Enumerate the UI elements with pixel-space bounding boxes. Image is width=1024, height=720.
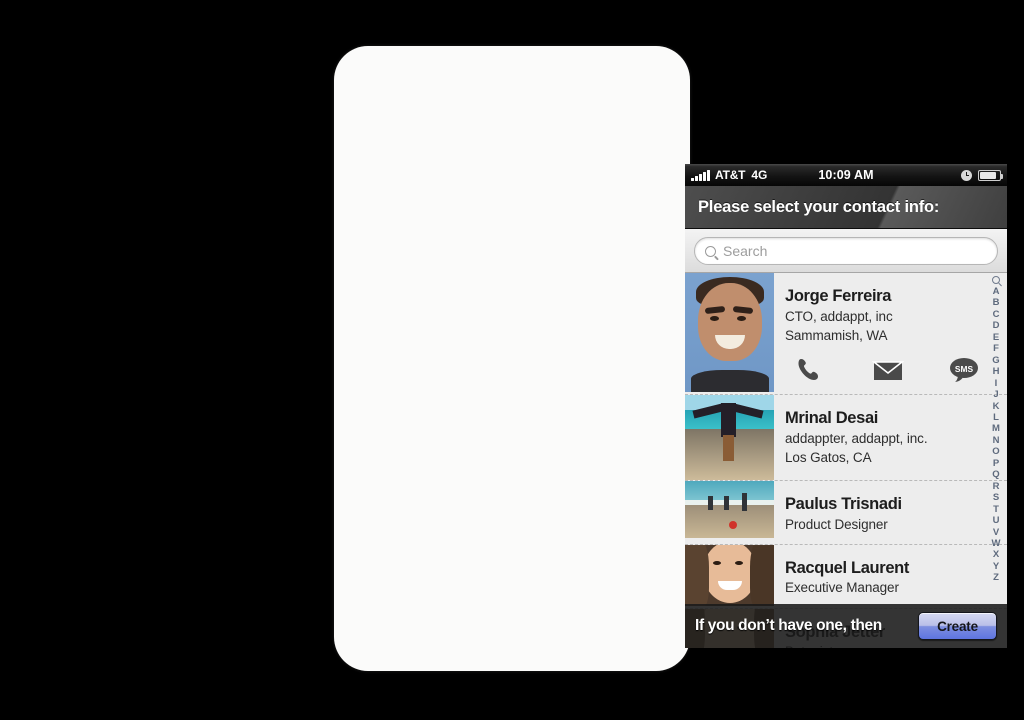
index-letter[interactable]: N — [993, 435, 1000, 446]
status-bar-clock: 10:09 AM — [818, 168, 874, 182]
index-letter[interactable]: H — [993, 366, 1000, 377]
bottom-prompt-text: If you don’t have one, then — [695, 617, 882, 634]
index-letter[interactable]: K — [993, 401, 1000, 412]
index-letter[interactable]: P — [993, 458, 999, 469]
title-bar: Please select your contact info: — [685, 186, 1007, 229]
contact-name: Jorge Ferreira — [785, 287, 892, 305]
contact-list[interactable]: Jorge Ferreira CTO, addappt, inc Sammami… — [685, 273, 1007, 648]
status-bar-right-group — [961, 169, 1003, 181]
contact-title: addappter, addappt, inc. — [785, 430, 928, 446]
phone-icon[interactable] — [796, 357, 831, 384]
contact-location: Los Gatos, CA — [785, 449, 872, 465]
avatar — [685, 544, 774, 606]
contact-actions: SMS — [785, 345, 1007, 384]
alphabet-index[interactable]: A B C D E F G H I J K L M N O P Q R S T — [985, 273, 1007, 648]
index-letter[interactable]: E — [993, 332, 999, 343]
list-item[interactable]: Mrinal Desai addappter, addappt, inc. Lo… — [685, 394, 1007, 481]
index-letter[interactable]: O — [992, 446, 999, 457]
avatar — [685, 480, 774, 538]
index-letter[interactable]: R — [993, 481, 1000, 492]
index-letter[interactable]: W — [992, 538, 1001, 549]
search-placeholder: Search — [723, 243, 768, 259]
search-input[interactable]: Search — [694, 237, 998, 265]
status-bar: AT&T 4G 10:09 AM — [685, 164, 1007, 186]
contact-title: CTO, addappt, inc — [785, 308, 893, 324]
index-letter[interactable]: L — [993, 412, 999, 423]
contact-title: Product Designer — [785, 516, 888, 532]
contact-info: Racquel Laurent Executive Manager — [774, 545, 1007, 608]
bottom-prompt-bar: If you don’t have one, then Create — [685, 604, 1007, 648]
page-title: Please select your contact info: — [698, 197, 940, 216]
index-letter[interactable]: S — [993, 492, 999, 503]
sms-bubble-icon[interactable]: SMS — [948, 357, 983, 384]
search-bar: Search — [685, 229, 1007, 273]
contact-name: Racquel Laurent — [785, 558, 910, 577]
index-letter[interactable]: C — [993, 309, 1000, 320]
index-letter[interactable]: M — [992, 423, 1000, 434]
search-icon — [705, 245, 716, 257]
index-letter[interactable]: V — [993, 527, 999, 538]
index-letter[interactable]: A — [993, 286, 1000, 297]
index-letter[interactable]: T — [993, 504, 999, 515]
contact-name: Paulus Trisnadi — [785, 494, 902, 513]
index-letter[interactable]: Y — [993, 561, 999, 572]
create-button[interactable]: Create — [918, 612, 997, 640]
search-icon[interactable] — [992, 276, 1000, 284]
index-letter[interactable]: U — [993, 515, 1000, 526]
list-item[interactable]: Paulus Trisnadi Product Designer — [685, 480, 1007, 545]
battery-icon — [978, 169, 1003, 181]
index-letter[interactable]: D — [993, 320, 1000, 331]
alarm-clock-icon — [961, 169, 972, 181]
svg-text:SMS: SMS — [955, 364, 974, 374]
contact-title: Executive Manager — [785, 580, 899, 596]
index-letter[interactable]: F — [993, 343, 999, 354]
envelope-icon[interactable] — [871, 357, 907, 384]
index-letter[interactable]: Q — [992, 469, 999, 480]
index-letter[interactable]: Z — [993, 572, 999, 583]
phone-screen: AT&T 4G 10:09 AM Please select your cont… — [685, 164, 1007, 648]
list-item[interactable]: Jorge Ferreira CTO, addappt, inc Sammami… — [685, 273, 1007, 395]
contact-location: Sammamish, WA — [785, 327, 888, 343]
phone-device-frame: AT&T 4G 10:09 AM Please select your cont… — [334, 46, 1007, 671]
index-letter[interactable]: G — [992, 355, 999, 366]
list-item[interactable]: Racquel Laurent Executive Manager — [685, 544, 1007, 609]
index-letter[interactable]: I — [995, 378, 998, 389]
avatar — [685, 394, 774, 480]
index-letter[interactable]: B — [993, 297, 1000, 308]
index-letter[interactable]: J — [993, 389, 998, 400]
contact-info: Paulus Trisnadi Product Designer — [774, 481, 1007, 544]
contact-name: Mrinal Desai — [785, 408, 879, 427]
contact-info: Jorge Ferreira CTO, addappt, inc Sammami… — [774, 273, 1007, 394]
index-letter[interactable]: X — [993, 549, 999, 560]
contact-info: Mrinal Desai addappter, addappt, inc. Lo… — [774, 395, 1007, 480]
avatar — [685, 273, 774, 392]
